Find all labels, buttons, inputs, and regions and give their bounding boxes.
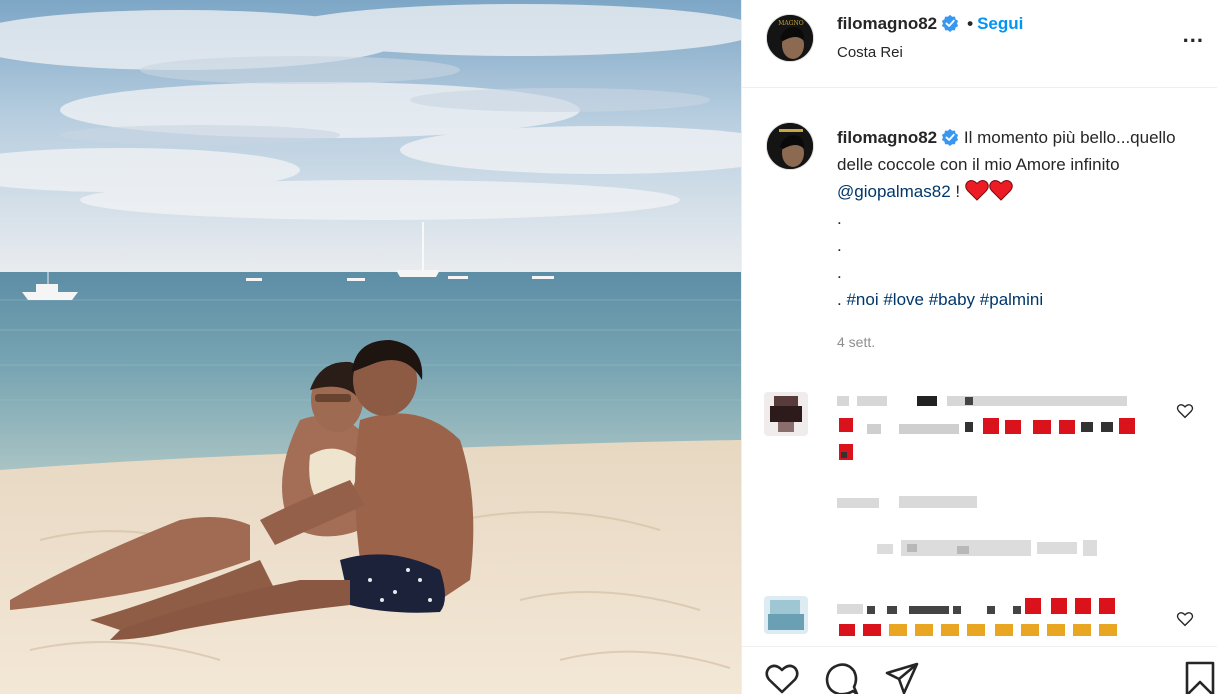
heart-outline-icon[interactable] [764, 661, 800, 694]
commenter-avatar-pixelated[interactable] [764, 392, 808, 436]
verified-badge-icon [942, 128, 959, 146]
post-header: MAGNO filomagno82 • Segui Costa Rei ... [742, 0, 1217, 88]
more-options-icon[interactable]: ... [1183, 22, 1204, 48]
speech-bubble-icon[interactable] [824, 661, 860, 694]
hashtag[interactable]: #palmini [980, 290, 1043, 309]
follow-button[interactable]: Segui [977, 14, 1023, 33]
post-timestamp[interactable]: 4 sett. [837, 334, 875, 350]
post-action-bar [742, 646, 1217, 694]
pixelated-comment-text [837, 396, 1135, 460]
post-side-panel: MAGNO filomagno82 • Segui Costa Rei ... f… [741, 0, 1217, 694]
comment-like-heart-icon[interactable] [1176, 402, 1194, 420]
pixelated-reply-link[interactable] [837, 492, 987, 512]
red-heart-emoji-icon [989, 180, 1013, 201]
separator-dot: • [967, 14, 974, 33]
hashtag[interactable]: #baby [929, 290, 975, 309]
pixelated-comment-text [837, 598, 1117, 636]
caption-mention[interactable]: @giopalmas82 [837, 182, 951, 201]
caption-dot: . [837, 290, 842, 309]
author-username[interactable]: filomagno82 [837, 14, 937, 33]
hashtag[interactable]: #love [883, 290, 924, 309]
caption-username[interactable]: filomagno82 [837, 128, 937, 147]
avatar-text: MAGNO [778, 20, 804, 27]
pixelated-reply-link[interactable] [837, 536, 1107, 562]
post-photo[interactable] [0, 0, 741, 694]
paper-plane-icon[interactable] [884, 661, 920, 694]
caption-dot: . [837, 236, 842, 255]
verified-badge-icon [942, 14, 959, 32]
comment-like-heart-icon[interactable] [1176, 610, 1194, 628]
beach-photo [0, 0, 741, 694]
caption-dot: . [837, 263, 842, 282]
author-avatar[interactable]: MAGNO [766, 14, 814, 62]
commenter-avatar-pixelated[interactable] [764, 596, 808, 634]
caption-dot: . [837, 209, 842, 228]
post-author: filomagno82 • Segui [837, 14, 1023, 34]
red-heart-emoji-icon [965, 180, 989, 201]
post-caption: filomagno82 Il momento più bello...quell… [837, 124, 1197, 313]
caption-exclamation: ! [955, 182, 961, 201]
post-location[interactable]: Costa Rei [837, 44, 903, 61]
hashtag[interactable]: #noi [846, 290, 878, 309]
bookmark-icon[interactable] [1182, 661, 1217, 694]
caption-author-avatar[interactable] [766, 122, 814, 170]
